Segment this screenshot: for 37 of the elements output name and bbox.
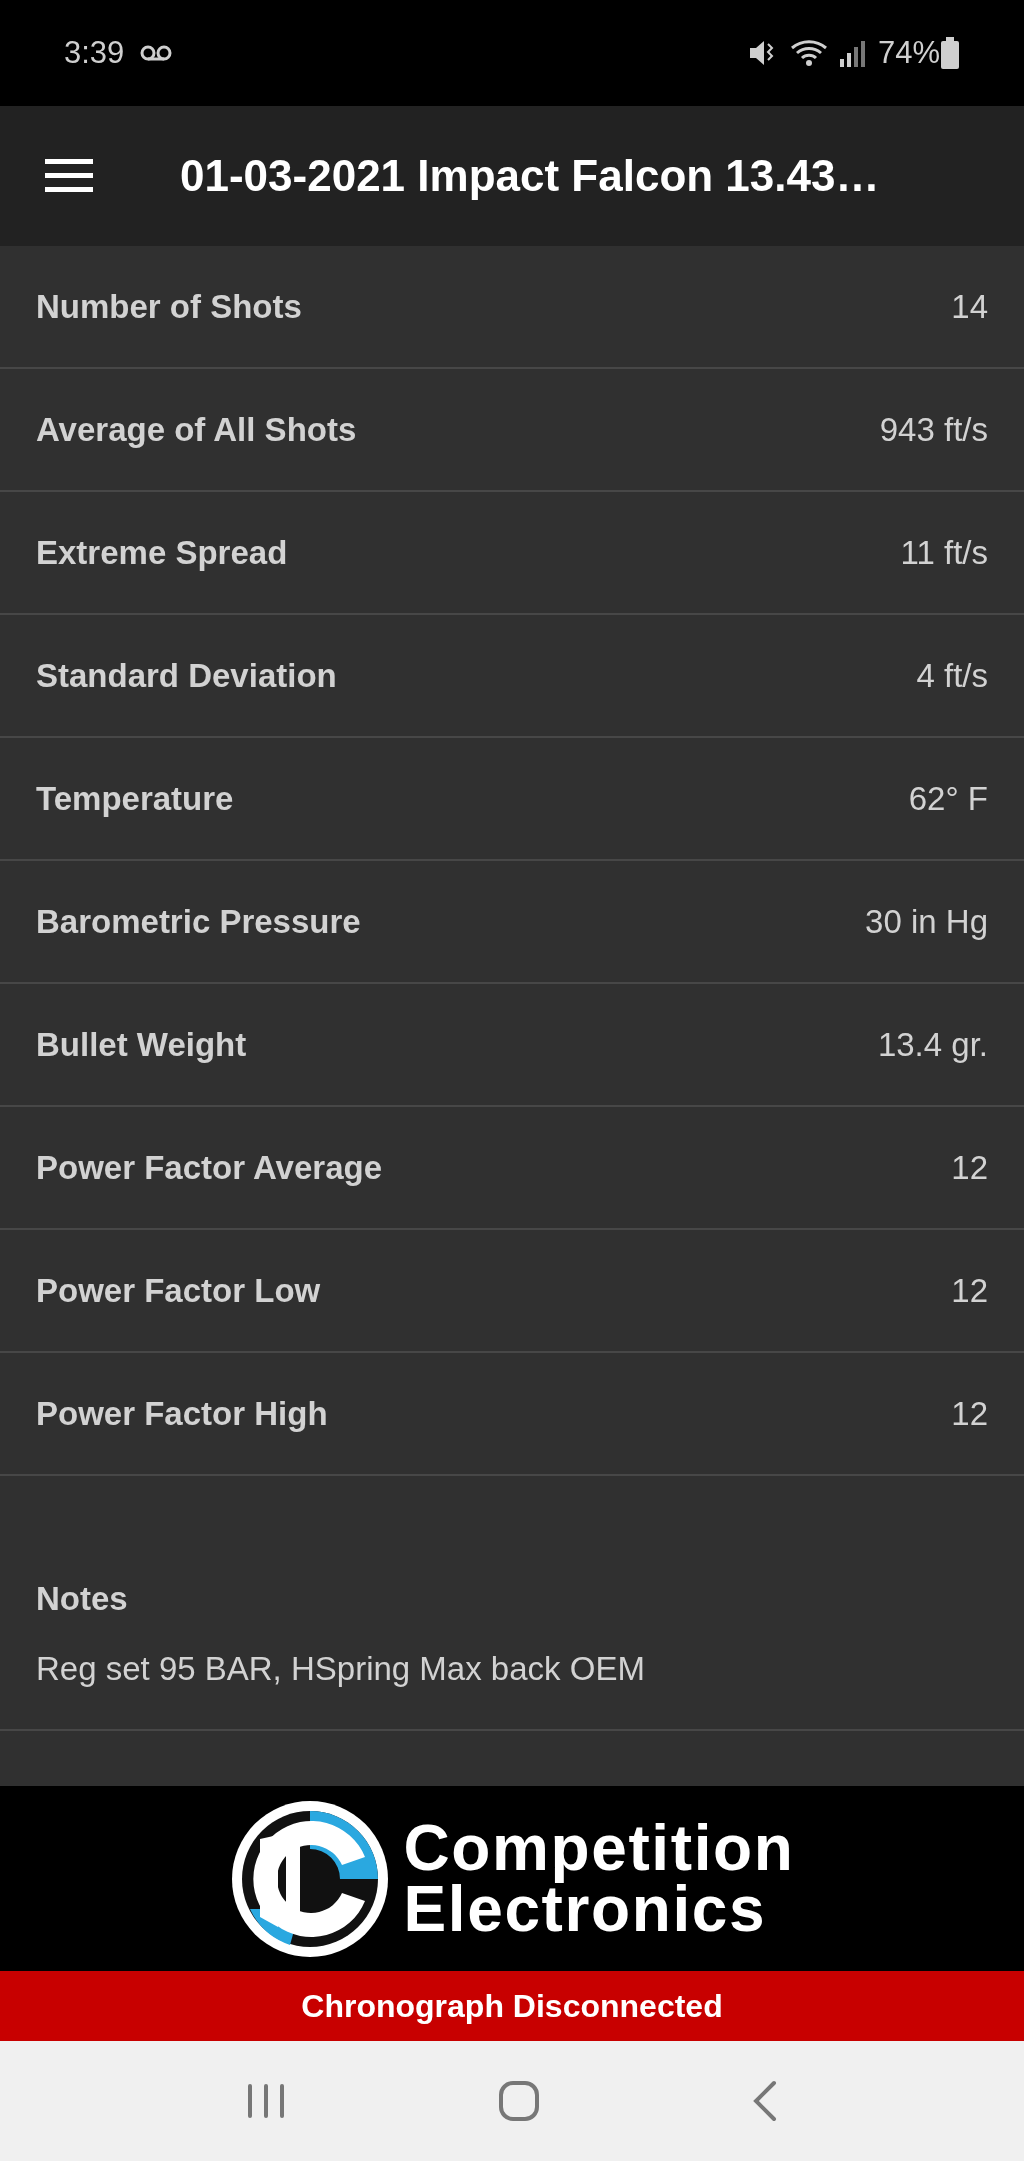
battery-percent: 74% xyxy=(877,33,940,72)
stat-label: Power Factor Low xyxy=(36,1270,321,1311)
stat-label: Bullet Weight xyxy=(36,1024,247,1065)
stat-value: 11 ft/s xyxy=(900,532,988,573)
stat-value: 4 ft/s xyxy=(916,655,988,696)
header-title: 01-03-2021 Impact Falcon 13.43… xyxy=(180,150,880,202)
stat-value: 62° F xyxy=(908,778,988,819)
stat-label: Power Factor Average xyxy=(36,1147,383,1188)
home-button[interactable] xyxy=(498,2080,540,2122)
stat-value: 12 xyxy=(951,1147,988,1188)
notes-label: Notes xyxy=(36,1579,129,1619)
recent-apps-button[interactable] xyxy=(246,2082,286,2120)
stat-value: 14 xyxy=(951,286,988,327)
stat-value: 12 xyxy=(951,1393,988,1434)
stat-label: Power Factor High xyxy=(36,1393,328,1434)
stat-label: Standard Deviation xyxy=(36,655,337,696)
signal-icon xyxy=(837,39,866,67)
stat-label: Number of Shots xyxy=(36,286,302,327)
stat-value: 30 in Hg xyxy=(865,901,988,942)
stat-value: 12 xyxy=(951,1270,988,1311)
logo-emblem-icon xyxy=(229,1798,390,1959)
connection-status: Chronograph Disconnected xyxy=(301,1987,723,2026)
recent-apps-icon xyxy=(246,2082,286,2120)
notes-text: Reg set 95 BAR, HSpring Max back OEM xyxy=(36,1648,646,1689)
battery-icon xyxy=(940,37,960,69)
back-button[interactable] xyxy=(752,2080,778,2122)
status-time: 3:39 xyxy=(64,33,125,72)
stat-value: 13.4 gr. xyxy=(877,1024,988,1065)
stat-label: Barometric Pressure xyxy=(36,901,361,942)
voicemail-icon xyxy=(140,45,173,61)
stat-value: 943 ft/s xyxy=(879,409,988,450)
menu-icon xyxy=(45,159,93,193)
home-icon xyxy=(498,2080,540,2122)
stat-label: Average of All Shots xyxy=(36,409,357,450)
back-icon xyxy=(752,2080,778,2122)
stat-label: Extreme Spread xyxy=(36,532,288,573)
stat-label: Temperature xyxy=(36,778,234,819)
